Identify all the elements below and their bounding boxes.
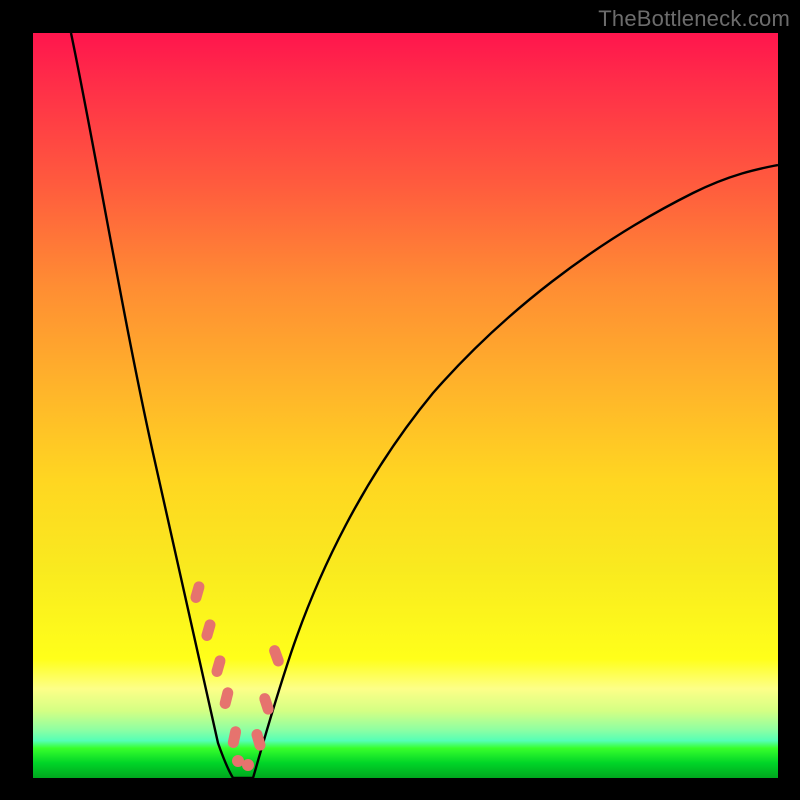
right-curve [253, 165, 778, 778]
watermark-text: TheBottleneck.com [598, 6, 790, 32]
plot-area [33, 33, 778, 778]
curve-layer [33, 33, 778, 778]
chart-frame: TheBottleneck.com [0, 0, 800, 800]
left-curve [71, 33, 233, 778]
